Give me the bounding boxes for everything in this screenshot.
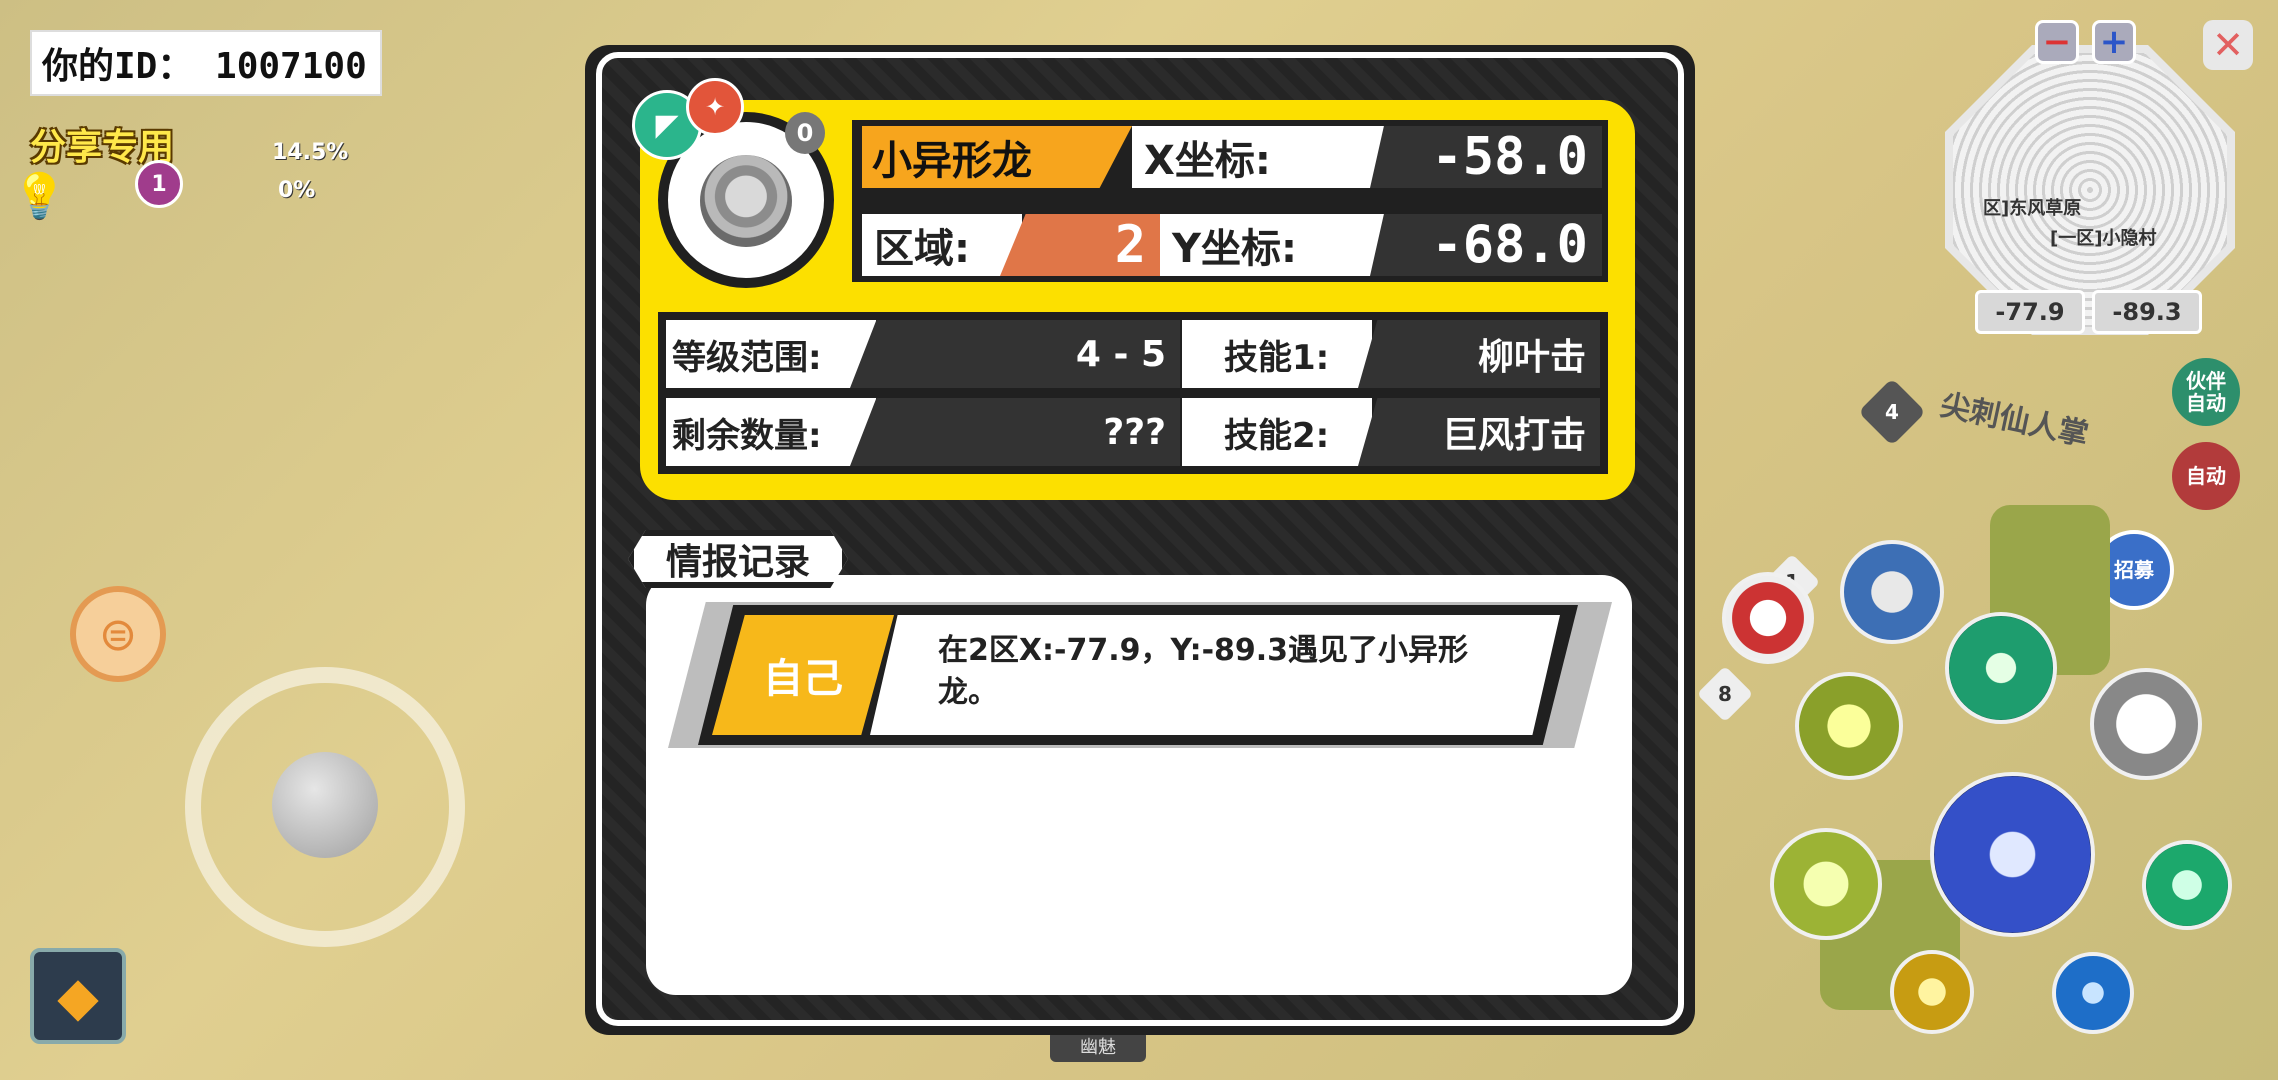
auto-button[interactable]: 自动 [2172, 442, 2240, 510]
skill-button-3[interactable] [1795, 672, 1903, 780]
minimap-coord-x: -77.9 [1975, 290, 2085, 334]
skill-button-6[interactable] [1890, 950, 1974, 1034]
skill2-value: 巨风打击 [1358, 398, 1600, 466]
remaining-value: ??? [850, 398, 1180, 466]
enemy-level-badge: 4 [1858, 378, 1926, 446]
level-badge: 1 [135, 160, 183, 208]
y-coord-value: -68.0 [1370, 214, 1602, 276]
level-range-label: 等级范围: [666, 320, 876, 388]
skill1-label: 技能1: [1182, 320, 1372, 388]
bag-icon: ⊜ [98, 607, 138, 661]
monster-badge-number: 0 [785, 112, 825, 154]
zone-label: 区域: [862, 214, 1022, 276]
bag-button[interactable]: ⊜ [70, 586, 166, 682]
x-coord-value: -58.0 [1370, 126, 1602, 188]
remaining-label: 剩余数量: [666, 398, 876, 466]
monster-name: 小异形龙 [862, 126, 1132, 188]
minimap-area-label: [一区]小隐村 [2050, 228, 2157, 249]
lightbulb-icon[interactable]: 💡 [12, 170, 67, 226]
level-badge-8: 8 [1696, 665, 1754, 723]
map-button[interactable]: ◆ [30, 948, 126, 1044]
y-coord-label: Y坐标: [1160, 214, 1402, 276]
attack-button[interactable] [1930, 772, 2095, 937]
player-id-badge: 你的ID： 1007100 [30, 30, 382, 96]
minimap-area-label: 区]东风草原 [1983, 198, 2082, 219]
log-entry-message: 在2区X:-77.9，Y:-89.3遇见了小异形龙。 [938, 633, 1469, 710]
skill-button-1[interactable] [1840, 540, 1944, 644]
skill-button-4[interactable] [1770, 828, 1882, 940]
intel-log-tab[interactable]: 情报记录 [628, 530, 848, 588]
x-coord-label: X坐标: [1132, 126, 1402, 188]
level-range-value: 4 - 5 [850, 320, 1180, 388]
potion-item-button[interactable] [1722, 572, 1814, 664]
enemy-name-label: 尖刺仙人掌 [1937, 387, 2092, 454]
skill1-value: 柳叶击 [1358, 320, 1600, 388]
pet-skill-button[interactable] [2090, 668, 2202, 780]
monster-portrait [700, 155, 792, 247]
zoom-out-button[interactable]: − [2035, 20, 2079, 64]
zoom-in-button[interactable]: + [2092, 20, 2136, 64]
minimap-coord-y: -89.3 [2092, 290, 2202, 334]
skill2-label: 技能2: [1182, 398, 1372, 466]
map-icon: ◆ [57, 964, 99, 1028]
skill-button-5[interactable] [2142, 840, 2232, 930]
beast-type-icon: ✦ [686, 78, 744, 136]
joystick-knob[interactable] [272, 752, 378, 858]
partner-auto-button[interactable]: 伙伴 自动 [2172, 358, 2240, 426]
skill-button-7[interactable] [2052, 952, 2134, 1034]
skill-button-2[interactable] [1945, 612, 2057, 724]
exp-percent: 14.5% [272, 140, 349, 165]
second-percent: 0% [278, 178, 316, 203]
zone-value: 2 [1000, 214, 1160, 276]
close-button[interactable]: ✕ [2203, 20, 2253, 70]
